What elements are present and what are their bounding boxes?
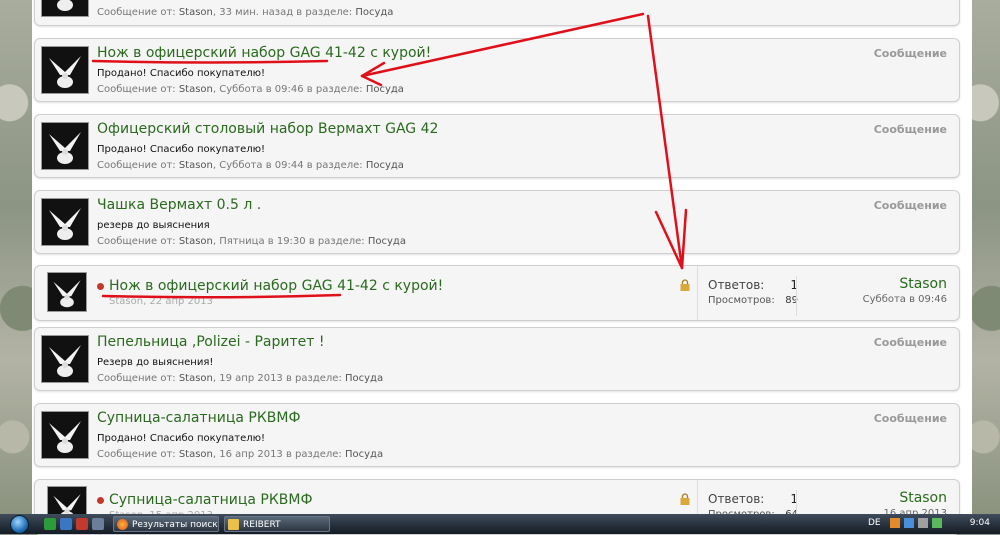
post-snippet: Продано! Спасибо покупателю!: [97, 433, 266, 444]
replies-label: Ответов:: [708, 278, 765, 292]
post-meta: Сообщение от: Stason, 19 апр 2013 в разд…: [97, 373, 384, 384]
section-link[interactable]: Посуда: [345, 449, 383, 460]
avatar[interactable]: [41, 198, 89, 246]
system-tray: DE 9:04: [860, 514, 1000, 534]
eagle-vase-icon: [49, 56, 81, 88]
camouflage-background-right: [972, 0, 1000, 514]
post-snippet: Резерв до выяснения!: [97, 357, 214, 368]
quicklaunch-app-icon[interactable]: [44, 518, 56, 530]
search-result-post[interactable]: Пепельница ,Polizei - Раритет ! Сообщени…: [34, 327, 960, 391]
avatar[interactable]: [41, 122, 89, 170]
avatar[interactable]: [41, 335, 89, 383]
result-type-label: Сообщение: [873, 123, 947, 136]
avatar[interactable]: [41, 411, 89, 459]
thread-title-link[interactable]: Супница-салатница РКВМФ: [109, 492, 313, 508]
language-indicator[interactable]: DE: [868, 518, 881, 528]
post-snippet: Продано! Спасибо покупателю!: [97, 144, 266, 155]
post-title-link[interactable]: Чашка Вермахт 0.5 л .: [97, 197, 261, 213]
eagle-vase-icon: [49, 132, 81, 164]
section-link[interactable]: Посуда: [366, 84, 404, 95]
eagle-vase-icon: [49, 421, 81, 453]
thread-starter: Stason, 22 апр 2013: [109, 296, 213, 307]
section-link[interactable]: Посуда: [368, 236, 406, 247]
folder-icon: [228, 519, 239, 530]
tray-app-icon[interactable]: [890, 518, 900, 528]
avatar[interactable]: [41, 0, 89, 17]
taskbar-item-folder[interactable]: REIBERT: [224, 516, 330, 532]
firefox-icon: [117, 519, 128, 530]
last-post-info: Stason Суббота в 09:46: [796, 276, 947, 316]
post-meta: Сообщение от: Stason, 33 мин. назад в ра…: [97, 7, 394, 18]
tray-network-icon[interactable]: [904, 518, 914, 528]
lock-icon: [680, 493, 690, 505]
last-post-user-link[interactable]: Stason: [797, 490, 947, 506]
tray-security-icon[interactable]: [932, 518, 942, 528]
result-type-label: Сообщение: [873, 412, 947, 425]
replies-label: Ответов:: [708, 492, 765, 506]
author-link[interactable]: Stason: [179, 449, 213, 460]
section-link[interactable]: Посуда: [366, 160, 404, 171]
last-post-user-link[interactable]: Stason: [797, 276, 947, 292]
post-meta: Сообщение от: Stason, 16 апр 2013 в разд…: [97, 449, 384, 460]
search-result-thread[interactable]: Нож в офицерский набор GAG 41-42 с курой…: [34, 265, 960, 321]
search-result-post[interactable]: Нож в офицерский набор GAG 41-42 с курой…: [34, 38, 960, 102]
author-link[interactable]: Stason: [179, 84, 213, 95]
post-meta: Сообщение от: Stason, Суббота в 09:44 в …: [97, 160, 404, 171]
eagle-vase-icon: [49, 208, 81, 240]
result-type-label: Сообщение: [873, 336, 947, 349]
search-result-post[interactable]: Офицерский столовый набор Вермахт GAG 42…: [34, 114, 960, 178]
windows-orb-icon: [9, 514, 29, 534]
unread-dot-icon: [97, 283, 104, 290]
author-link[interactable]: Stason: [179, 160, 213, 171]
views-label: Просмотров:: [708, 295, 775, 306]
author-link[interactable]: Stason: [179, 7, 213, 18]
eagle-vase-icon: [49, 345, 81, 377]
post-title-link[interactable]: Супница-салатница РКВМФ: [97, 410, 301, 426]
post-title-link[interactable]: Пепельница ,Polizei - Раритет !: [97, 334, 324, 350]
tray-volume-icon[interactable]: [918, 518, 928, 528]
last-post-date[interactable]: Суббота в 09:46: [797, 294, 947, 305]
result-type-label: Сообщение: [873, 47, 947, 60]
thread-stats: Ответов: 1 Просмотров: 89: [697, 266, 808, 320]
camouflage-background-left: [0, 0, 32, 514]
search-result-post[interactable]: Сообщение от: Stason, 33 мин. назад в ра…: [34, 0, 960, 26]
avatar[interactable]: [41, 46, 89, 94]
quicklaunch-desktop-icon[interactable]: [92, 518, 104, 530]
author-link[interactable]: Stason: [179, 236, 213, 247]
post-snippet: Продано! Спасибо покупателю!: [97, 68, 266, 79]
section-link[interactable]: Посуда: [355, 7, 393, 18]
section-link[interactable]: Посуда: [345, 373, 383, 384]
post-snippet: резерв до выяснения: [97, 220, 210, 231]
result-type-label: Сообщение: [873, 199, 947, 212]
post-meta: Сообщение от: Stason, Суббота в 09:46 в …: [97, 84, 404, 95]
unread-dot-icon: [97, 497, 104, 504]
clock[interactable]: 9:04: [970, 518, 990, 528]
thread-title-link[interactable]: Нож в офицерский набор GAG 41-42 с курой…: [109, 278, 443, 294]
search-result-post[interactable]: Супница-салатница РКВМФ Сообщение Продан…: [34, 403, 960, 467]
avatar[interactable]: [47, 272, 87, 312]
search-result-post[interactable]: Чашка Вермахт 0.5 л . Сообщение резерв д…: [34, 190, 960, 254]
taskbar-item-browser[interactable]: Результаты поиска ...: [113, 516, 219, 532]
eagle-vase-icon: [57, 0, 73, 11]
author-link[interactable]: Stason: [179, 373, 213, 384]
start-button[interactable]: [4, 514, 34, 534]
eagle-vase-icon: [53, 280, 81, 308]
post-meta: Сообщение от: Stason, Пятница в 19:30 в …: [97, 236, 406, 247]
post-title-link[interactable]: Офицерский столовый набор Вермахт GAG 42: [97, 121, 438, 137]
windows-taskbar: Результаты поиска ... REIBERT DE 9:04: [0, 514, 1000, 534]
search-results-list: Сообщение от: Stason, 33 мин. назад в ра…: [32, 0, 972, 535]
lock-icon: [680, 279, 690, 291]
quicklaunch-tool-icon[interactable]: [76, 518, 88, 530]
quicklaunch-window-icon[interactable]: [60, 518, 72, 530]
post-title-link[interactable]: Нож в офицерский набор GAG 41-42 с курой…: [97, 45, 431, 61]
